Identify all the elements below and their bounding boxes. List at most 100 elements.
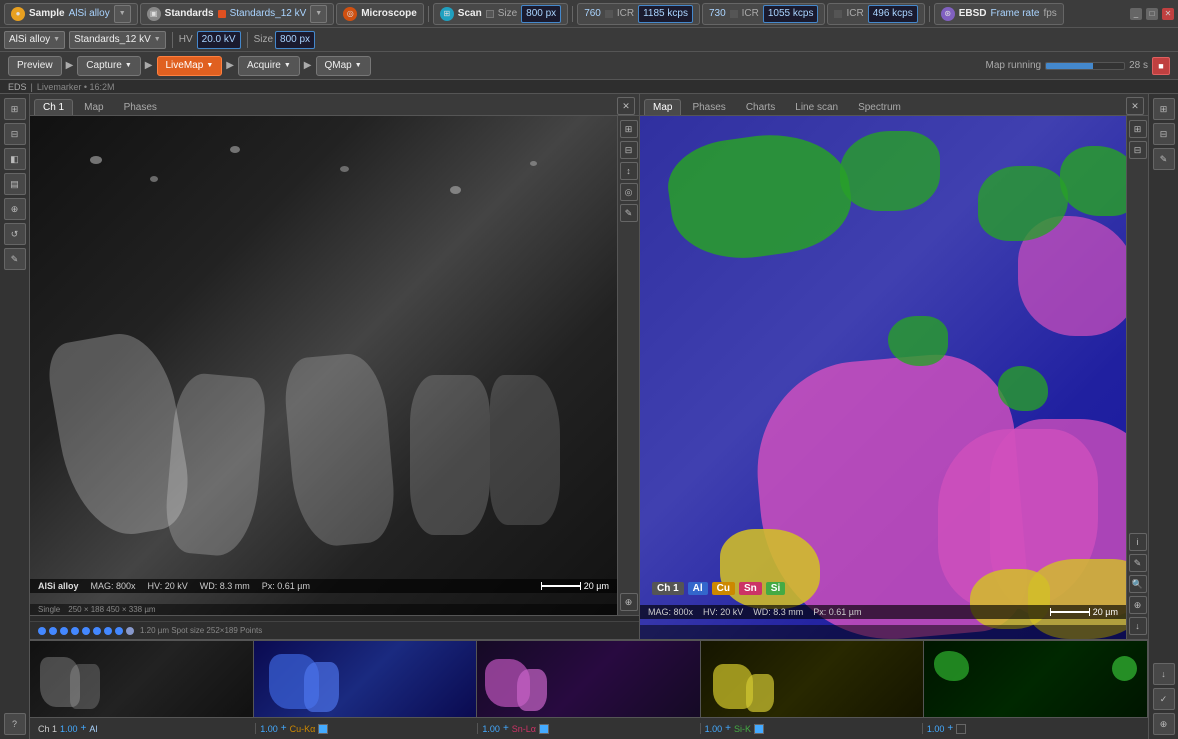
standards-kv-dropdown[interactable]: Standards_12 kV ▼ xyxy=(69,31,166,49)
tab-spectrum[interactable]: Spectrum xyxy=(849,99,910,115)
tab-phases-right[interactable]: Phases xyxy=(683,99,734,115)
map-side-btn-zoom2[interactable]: ⊕ xyxy=(1129,596,1147,614)
cu-footer: 1.00 + Cu-Kα xyxy=(256,723,478,734)
tab-phases[interactable]: Phases xyxy=(115,99,166,115)
empty-checkbox[interactable] xyxy=(956,724,966,734)
microscope-section[interactable]: ◎ Microscope xyxy=(336,3,424,25)
sample-section[interactable]: ● Sample AlSi alloy ▼ xyxy=(4,3,138,25)
right-sidebar-btn-2[interactable]: ⊟ xyxy=(1153,123,1175,145)
preview-button[interactable]: Preview xyxy=(8,56,62,76)
icr-section-2[interactable]: 730 ICR 1055 kcps xyxy=(702,3,826,25)
dot-2 xyxy=(49,627,57,635)
standards-dropdown[interactable]: ▼ xyxy=(310,5,327,23)
sidebar-btn-1[interactable]: ⊞ xyxy=(4,98,26,120)
icr-section-1[interactable]: 760 ICR 1185 kcps xyxy=(577,3,700,25)
si-add-btn[interactable]: + xyxy=(725,723,731,734)
map-side-btn-zoom[interactable]: 🔍 xyxy=(1129,575,1147,593)
size-value[interactable]: 800 px xyxy=(521,5,561,23)
alsi-dropdown[interactable]: AlSi alloy ▼ xyxy=(4,31,65,49)
cu-add-btn[interactable]: + xyxy=(281,723,287,734)
empty-add-btn[interactable]: + xyxy=(947,723,953,734)
minimize-btn[interactable]: _ xyxy=(1130,8,1142,20)
al-thumbnail xyxy=(254,641,478,717)
size-label: Size xyxy=(498,8,517,19)
si-footer: 1.00 + Si-K xyxy=(701,723,923,734)
standards-icon: ▣ xyxy=(147,7,161,21)
panel-side-btn-6[interactable]: ⊕ xyxy=(620,593,638,611)
right-sidebar-btn-1[interactable]: ⊞ xyxy=(1153,98,1175,120)
map-side-btn-edit[interactable]: ✎ xyxy=(1129,554,1147,572)
map-side-btn-1[interactable]: ⊞ xyxy=(1129,120,1147,138)
right-panel-close-btn[interactable]: ✕ xyxy=(1126,97,1144,115)
sn-checkbox[interactable] xyxy=(539,724,549,734)
right-sidebar-btn-bottom-2[interactable]: ✓ xyxy=(1153,688,1175,710)
scan-section[interactable]: ⊞ Scan Size 800 px xyxy=(433,3,568,25)
standards-section[interactable]: ▣ Standards Standards_12 kV ▼ xyxy=(140,3,335,25)
legend-si: Si xyxy=(766,582,785,595)
right-sidebar-btn-3[interactable]: ✎ xyxy=(1153,148,1175,170)
capture-button[interactable]: Capture ▼ xyxy=(77,56,141,76)
icr-section-3[interactable]: ICR 496 kcps xyxy=(827,3,924,25)
scale-label: 20 µm xyxy=(584,581,609,591)
map-side-btn-info[interactable]: i xyxy=(1129,533,1147,551)
sample-label: Sample xyxy=(29,8,65,19)
tab-map[interactable]: Map xyxy=(75,99,112,115)
sidebar-btn-5[interactable]: ⊕ xyxy=(4,198,26,220)
dot-8 xyxy=(115,627,123,635)
icr1-indicator xyxy=(605,10,613,18)
livemap-button[interactable]: LiveMap ▼ xyxy=(157,56,223,76)
eds-blob-yellow-1 xyxy=(720,529,820,609)
sidebar-btn-8[interactable]: ? xyxy=(4,713,26,735)
sidebar-btn-4[interactable]: ▤ xyxy=(4,173,26,195)
stop-button[interactable]: ■ xyxy=(1152,57,1170,75)
panel-side-btn-2[interactable]: ⊟ xyxy=(620,141,638,159)
tab-ch1[interactable]: Ch 1 xyxy=(34,99,73,115)
sidebar-btn-6[interactable]: ↺ xyxy=(4,223,26,245)
cu-checkbox[interactable] xyxy=(318,724,328,734)
cu-footer-value: 1.00 xyxy=(260,724,278,734)
fps-label: fps xyxy=(1043,8,1056,19)
size-px-value[interactable]: 800 px xyxy=(275,31,315,49)
panel-side-btn-1[interactable]: ⊞ xyxy=(620,120,638,138)
map-hv: HV: 20 kV xyxy=(703,607,743,617)
sidebar-btn-2[interactable]: ⊟ xyxy=(4,123,26,145)
right-panel-tabs: Map Phases Charts Line scan Spectrum xyxy=(640,94,1148,116)
separator-1 xyxy=(428,6,429,22)
right-panel: Map Phases Charts Line scan Spectrum xyxy=(640,94,1148,639)
right-sidebar-btn-bottom-3[interactable]: ⊕ xyxy=(1153,713,1175,735)
sn-add-btn[interactable]: + xyxy=(503,723,509,734)
sn-element: Sn-Lα xyxy=(512,724,536,734)
close-btn[interactable]: ✕ xyxy=(1162,8,1174,20)
hv-value[interactable]: 20.0 kV xyxy=(197,31,241,49)
sample-dropdown[interactable]: ▼ xyxy=(114,5,131,23)
qmap-button[interactable]: QMap ▼ xyxy=(316,56,371,76)
tab-linescan[interactable]: Line scan xyxy=(786,99,847,115)
dot-row xyxy=(38,627,134,635)
panel-side-btn-5[interactable]: ✎ xyxy=(620,204,638,222)
right-panel-close: ✕ xyxy=(1126,97,1144,115)
ebsd-section[interactable]: ⊛ EBSD Frame rate fps xyxy=(934,3,1064,25)
sem-feature-5 xyxy=(490,375,560,525)
ch1-add-btn[interactable]: + xyxy=(81,723,87,734)
panel-close-btn[interactable]: ✕ xyxy=(617,97,635,115)
map-progress-bar xyxy=(1045,62,1125,70)
maximize-btn[interactable]: □ xyxy=(1146,8,1158,20)
ch1-thumbnail xyxy=(30,641,254,717)
panel-side-btn-4[interactable]: ◎ xyxy=(620,183,638,201)
tab-map-right[interactable]: Map xyxy=(644,99,681,115)
panel-side-btn-3[interactable]: ↕ xyxy=(620,162,638,180)
dot-6 xyxy=(93,627,101,635)
acquire-button[interactable]: Acquire ▼ xyxy=(238,56,300,76)
right-sidebar-btn-bottom-1[interactable]: ↓ xyxy=(1153,663,1175,685)
tab-charts[interactable]: Charts xyxy=(737,99,784,115)
map-side-btn-2[interactable]: ⊟ xyxy=(1129,141,1147,159)
qmap-arrow: ▼ xyxy=(355,62,362,69)
icr2-kcps: 1055 kcps xyxy=(763,5,819,23)
si-checkbox[interactable] xyxy=(754,724,764,734)
map-side-btn-export[interactable]: ↓ xyxy=(1129,617,1147,635)
sidebar-btn-7[interactable]: ✎ xyxy=(4,248,26,270)
sidebar-btn-3[interactable]: ◧ xyxy=(4,148,26,170)
eds-blob-green-1 xyxy=(663,124,858,268)
map-sub-info xyxy=(640,625,1126,639)
sem-particle-2 xyxy=(150,176,158,182)
